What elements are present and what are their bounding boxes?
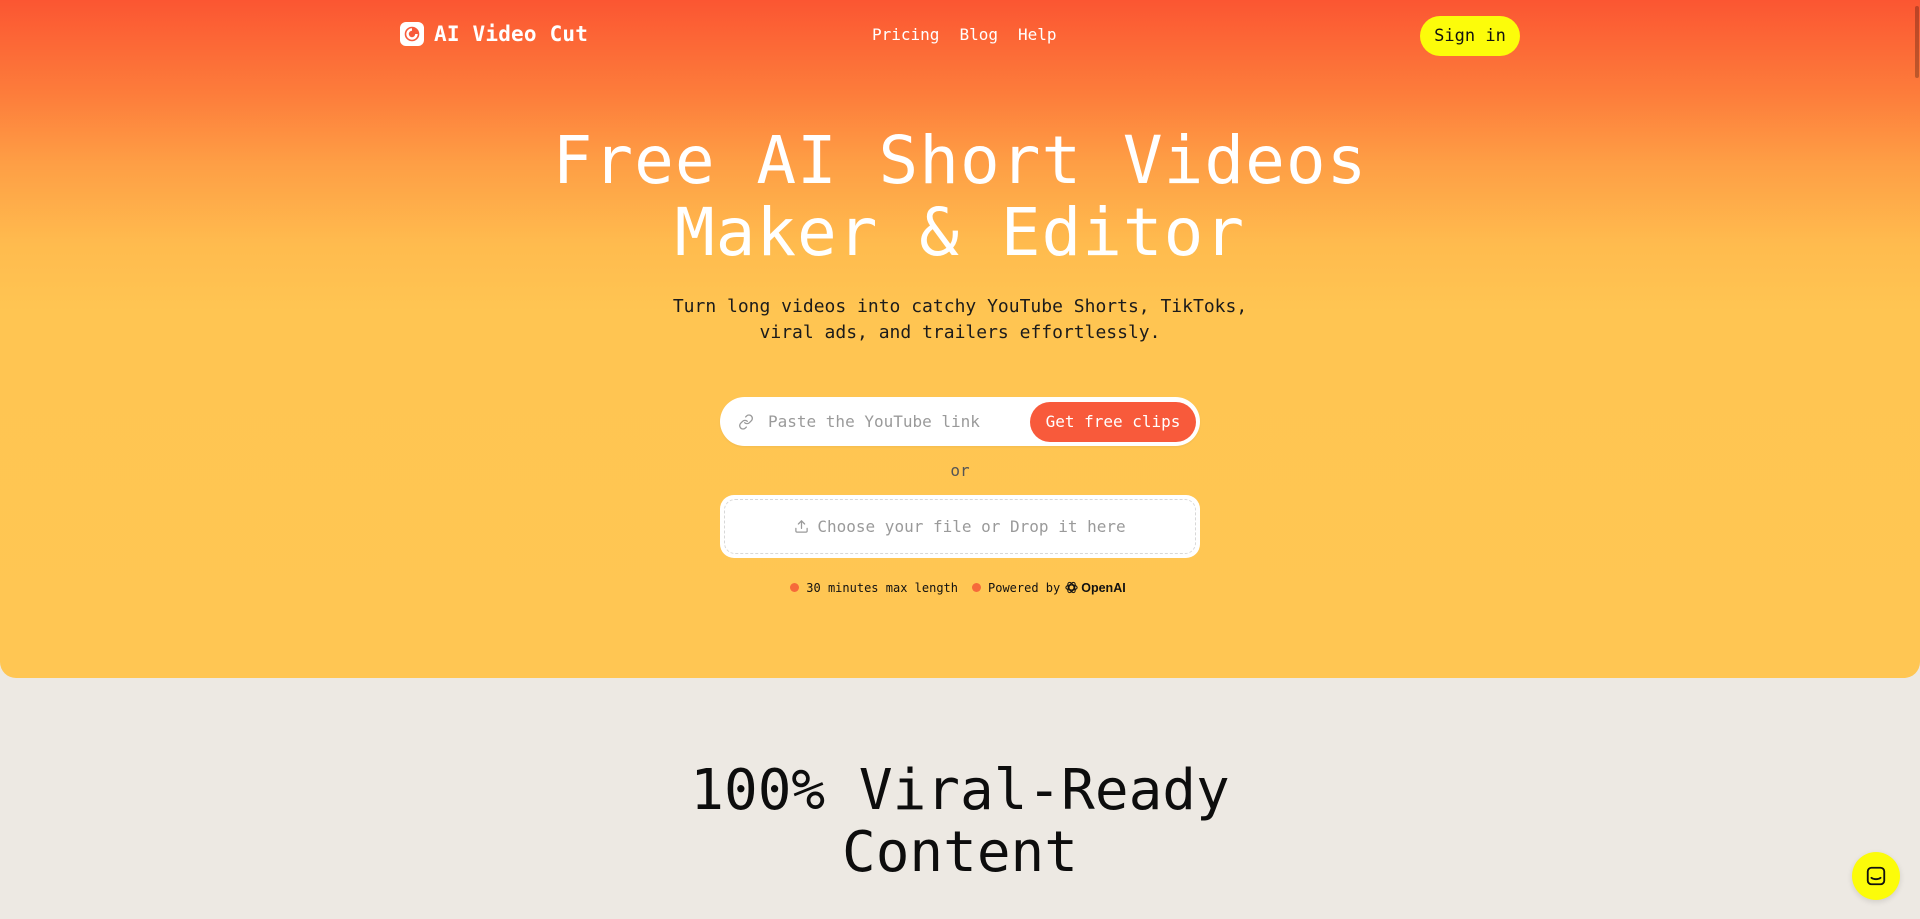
powered-by-text: Powered by [988, 580, 1061, 595]
chat-support-button[interactable] [1852, 852, 1900, 900]
logo-icon [400, 22, 424, 46]
hero-section: AI Video Cut Pricing Blog Help Sign in F… [0, 0, 1920, 678]
chat-icon [1866, 866, 1886, 886]
brand-name: AI Video Cut [434, 22, 589, 46]
page-scrollbar[interactable] [1914, 0, 1920, 919]
brand-logo[interactable]: AI Video Cut [400, 22, 588, 46]
viral-ready-heading: 100% Viral-Ready Content [560, 760, 1360, 884]
section-title-line-2: Content [841, 820, 1078, 885]
upload-label: Choose your file or Drop it here [817, 517, 1126, 536]
nav-link-help[interactable]: Help [1018, 25, 1057, 44]
sign-in-button[interactable]: Sign in [1420, 16, 1520, 56]
top-nav: AI Video Cut Pricing Blog Help Sign in [0, 0, 1920, 72]
headline-line-1: Free AI Short Videos [552, 122, 1368, 199]
feature-meta: 30 minutes max length Powered by OpenAI [0, 580, 1920, 595]
link-icon [739, 413, 753, 430]
openai-logo: OpenAI [1064, 580, 1126, 595]
file-upload-inner[interactable]: Choose your file or Drop it here [724, 499, 1196, 554]
subhead-line-2: viral ads, and trailers effortlessly. [759, 322, 1161, 343]
or-separator: or [950, 461, 970, 480]
youtube-link-form: Get free clips [720, 397, 1200, 446]
orange-dot-icon [972, 583, 981, 592]
orange-dot-icon [790, 583, 800, 592]
nav-link-blog[interactable]: Blog [959, 25, 998, 44]
get-free-clips-button[interactable]: Get free clips [1030, 401, 1196, 442]
powered-by-note: Powered by OpenAI [972, 580, 1126, 595]
openai-icon [1065, 581, 1078, 594]
upload-icon [795, 520, 809, 533]
page: AI Video Cut Pricing Blog Help Sign in F… [0, 0, 1920, 919]
nav-link-pricing[interactable]: Pricing [872, 25, 939, 44]
scrollbar-thumb[interactable] [1915, 6, 1919, 78]
headline-line-2: Maker & Editor [674, 194, 1246, 271]
youtube-link-input[interactable] [768, 412, 1030, 431]
file-upload-dropzone[interactable]: Choose your file or Drop it here [720, 495, 1200, 558]
hero-headline: Free AI Short Videos Maker & Editor [460, 125, 1460, 269]
max-length-note: 30 minutes max length [790, 581, 958, 595]
subhead-line-1: Turn long videos into catchy YouTube Sho… [672, 296, 1248, 317]
hero-subheadline: Turn long videos into catchy YouTube Sho… [620, 294, 1300, 346]
nav-links: Pricing Blog Help [872, 25, 1057, 44]
section-title-line-1: 100% Viral-Ready [690, 758, 1230, 823]
openai-text: OpenAI [1081, 580, 1126, 595]
max-length-text: 30 minutes max length [806, 580, 958, 595]
